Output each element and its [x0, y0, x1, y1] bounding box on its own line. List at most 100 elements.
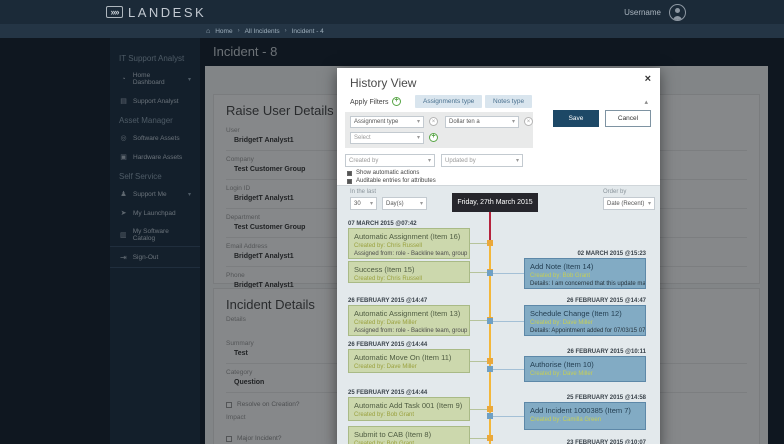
- updated-by-select[interactable]: Updated by ▾: [441, 154, 523, 167]
- timeline-node: [487, 406, 493, 412]
- history-card-item-10[interactable]: Authorise (Item 10) Created by: Dave Mil…: [524, 356, 646, 382]
- card-title: Automatic Move On (Item 11): [354, 353, 464, 362]
- card-title: Automatic Assignment (Item 16): [354, 232, 464, 241]
- chevron-down-icon: ▾: [417, 119, 420, 125]
- timeline-node: [487, 413, 493, 419]
- timeline-date-header: Friday, 27th March 2015: [452, 193, 538, 212]
- checkbox-label: Auditable entries for attributes: [356, 178, 436, 184]
- app-window: »» LANDESK Username ⌂ Home › All Inciden…: [0, 0, 784, 444]
- history-card-item-16[interactable]: Automatic Assignment (Item 16) Created b…: [348, 228, 470, 259]
- timeline-node: [487, 358, 493, 364]
- card-title: Add Incident 1000385 (Item 7): [530, 406, 640, 415]
- history-timeline: In the last 30 ▾ Day(s) ▾ Friday, 27th Mar…: [337, 185, 660, 444]
- show-automatic-actions-checkbox[interactable]: [347, 171, 352, 176]
- history-card-item-15[interactable]: Success (Item 15) Created by: Chris Russ…: [348, 261, 470, 283]
- history-card-item-7[interactable]: Add Incident 1000385 (Item 7) Created by…: [524, 402, 646, 430]
- card-title: Automatic Add Task 001 (Item 9): [354, 401, 464, 410]
- in-the-last-label: In the last: [350, 189, 376, 195]
- chevron-down-icon: ▾: [370, 201, 373, 207]
- show-automatic-actions-row: Show automatic actions: [347, 170, 419, 176]
- connector-line: [491, 321, 524, 322]
- brand-name: LANDESK: [128, 5, 206, 20]
- timeline-entry-date: 25 FEBRUARY 2015 @14:44: [348, 390, 470, 396]
- card-title: Authorise (Item 10): [530, 360, 640, 369]
- timeline-axis-red: [489, 212, 491, 243]
- card-title: Submit to CAB (Item 8): [354, 430, 464, 439]
- card-title: Add Note (Item 14): [530, 262, 640, 271]
- save-button[interactable]: Save: [553, 110, 599, 127]
- collapse-filters-icon[interactable]: ▴: [644, 98, 648, 106]
- history-card-item-11[interactable]: Automatic Move On (Item 11) Created by: …: [348, 349, 470, 373]
- user-avatar[interactable]: [669, 4, 686, 21]
- timeline-entry-date: 26 FEBRUARY 2015 @10:11: [524, 349, 646, 355]
- breadcrumb-bar: ⌂ Home › All Incidents › Incident - 4: [0, 24, 784, 38]
- card-created-by: Created by: Dave Miller: [354, 364, 464, 370]
- card-created-by: Created by: Dave Miller: [354, 320, 464, 326]
- card-created-by: Created by: Chris Russell: [354, 276, 464, 282]
- card-created-by: Created by: Camilla Green: [530, 417, 640, 423]
- interval-select[interactable]: 30 ▾: [350, 197, 377, 210]
- card-details: Details: Appointment added for 07/03/15 …: [530, 328, 640, 334]
- username-label: Username: [624, 8, 661, 17]
- top-header-bar: »» LANDESK Username: [0, 0, 784, 24]
- timeline-node: [487, 240, 493, 246]
- select-value: 30: [354, 201, 361, 207]
- timeline-entry-date: 07 MARCH 2015 @07:42: [348, 221, 470, 227]
- remove-filter-icon[interactable]: ×: [429, 117, 438, 126]
- card-details: Details: I am concerned that this update…: [530, 281, 640, 287]
- interval-unit-select[interactable]: Day(s) ▾: [382, 197, 427, 210]
- chevron-down-icon: ▾: [428, 158, 431, 164]
- filter-builder-box: Assignment type▾ × Dollar ten a▾ × Selec…: [345, 112, 533, 148]
- assignment-type-select[interactable]: Assignment type▾: [350, 116, 424, 128]
- apply-filters-label: Apply Filters: [350, 99, 389, 106]
- select-value: Updated by: [445, 158, 476, 164]
- card-created-by: Created by: Dave Miller: [530, 371, 640, 377]
- timeline-node: [487, 270, 493, 276]
- chevron-down-icon: ▾: [648, 201, 651, 207]
- breadcrumb-home[interactable]: Home: [215, 28, 232, 35]
- breadcrumb-all-incidents[interactable]: All Incidents: [245, 28, 280, 35]
- created-by-select[interactable]: Created by ▾: [345, 154, 435, 167]
- dollar-item-select[interactable]: Dollar ten a▾: [445, 116, 519, 128]
- close-icon[interactable]: ×: [645, 73, 651, 85]
- breadcrumb: ⌂ Home › All Incidents › Incident - 4: [206, 24, 324, 38]
- chevron-down-icon: ▾: [516, 158, 519, 164]
- select-placeholder[interactable]: Select▾: [350, 132, 424, 144]
- timeline-node: [487, 318, 493, 324]
- card-details: Assigned from: role - Backline team, gro…: [354, 328, 464, 334]
- history-card-item-14[interactable]: Add Note (Item 14) Created by: Bob Grant…: [524, 258, 646, 289]
- select-value: Created by: [349, 158, 378, 164]
- order-by-label: Order by: [603, 189, 626, 195]
- breadcrumb-separator: ›: [285, 28, 287, 34]
- history-card-item-13[interactable]: Automatic Assignment (Item 13) Created b…: [348, 305, 470, 336]
- history-card-item-9[interactable]: Automatic Add Task 001 (Item 9) Created …: [348, 397, 470, 421]
- auditable-entries-row: Auditable entries for attributes: [347, 178, 436, 184]
- connector-line: [491, 416, 524, 417]
- avatar-torso-icon: [673, 16, 682, 21]
- chevron-down-icon: ▾: [420, 201, 423, 207]
- filter-chip-assignments-type[interactable]: Assignments type: [415, 95, 482, 108]
- filter-chip-notes-type[interactable]: Notes type: [485, 95, 532, 108]
- add-condition-icon[interactable]: +: [429, 133, 438, 142]
- breadcrumb-current: Incident - 4: [292, 28, 324, 35]
- history-card-item-8[interactable]: Submit to CAB (Item 8) Created by: Bob G…: [348, 426, 470, 444]
- timeline-entry-date: 26 FEBRUARY 2015 @14:44: [348, 342, 470, 348]
- auditable-entries-checkbox[interactable]: [347, 179, 352, 184]
- card-details: Assigned from: role - Backline team, gro…: [354, 251, 464, 257]
- home-icon[interactable]: ⌂: [206, 28, 210, 35]
- select-value: Day(s): [386, 201, 404, 207]
- add-filter-icon[interactable]: +: [392, 97, 401, 106]
- history-card-item-12[interactable]: Schedule Change (Item 12) Created by: Da…: [524, 305, 646, 336]
- timeline-entry-date: 25 FEBRUARY 2015 @14:58: [524, 395, 646, 401]
- timeline-entry-date: 23 FEBRUARY 2015 @10:07: [524, 440, 646, 444]
- remove-filter-icon[interactable]: ×: [524, 117, 533, 126]
- landesk-logo-icon: »»: [106, 6, 123, 18]
- avatar-head-icon: [675, 8, 680, 13]
- order-by-select[interactable]: Date (Recent)▾: [603, 197, 655, 210]
- card-created-by: Created by: Dave Miller: [530, 320, 640, 326]
- timeline-entry-date: 26 FEBRUARY 2015 @14:47: [524, 298, 646, 304]
- select-value: Select: [354, 135, 371, 141]
- cancel-button[interactable]: Cancel: [605, 110, 651, 127]
- brand-logo: »» LANDESK: [106, 0, 206, 24]
- connector-line: [491, 369, 524, 370]
